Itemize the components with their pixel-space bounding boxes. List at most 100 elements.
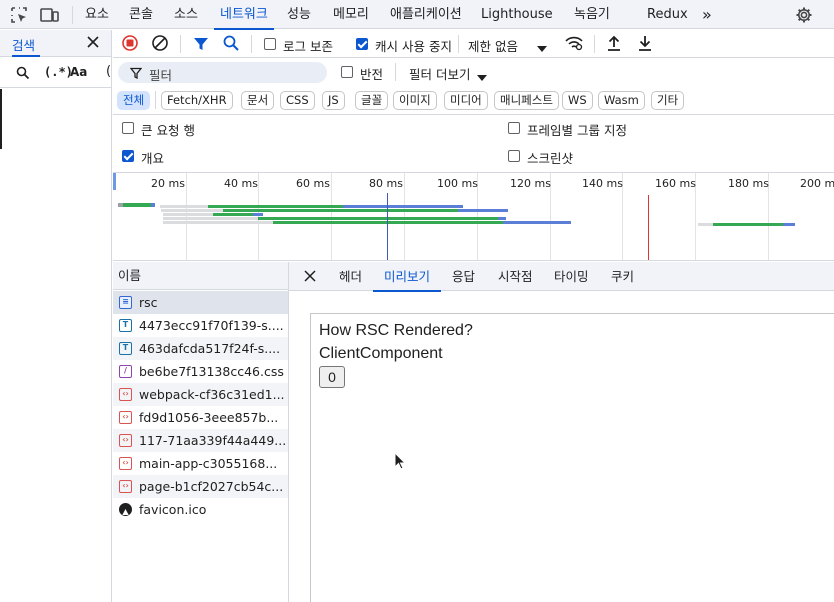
search-network-icon[interactable] [223,35,239,54]
big-rows-label: 큰 요청 행 [141,123,195,138]
tab-network[interactable]: 네트워크 [214,0,274,30]
close-search-icon[interactable] [86,35,100,52]
filter-placeholder: 필터 [149,68,173,83]
search-input-edge[interactable]: ( [106,64,111,79]
tab-initiator[interactable]: 시작점 [498,262,533,291]
settings-options: 큰 요청 행 프레임별 그룹 지정 개요 스크린샷 [113,116,834,173]
tab-headers[interactable]: 헤더 [339,262,362,291]
tab-lighthouse[interactable]: Lighthouse [481,0,553,29]
waterfall-bar [213,213,253,216]
request-row[interactable]: T 4473ecc91f70f139-s.... [113,314,288,337]
counter-button[interactable]: 0 [319,366,345,388]
request-row[interactable]: ‹› page-b1cf2027cb54c... [113,475,288,498]
waterfall-bar [123,203,151,207]
screenshots-checkbox[interactable] [508,150,520,162]
stylesheet-icon: / [119,365,132,378]
request-row[interactable]: ‹› main-app-c3055168... [113,452,288,475]
waterfall-bar [458,209,508,212]
tab-preview[interactable]: 미리보기 [372,262,442,292]
waterfall-bar [273,221,503,224]
settings-gear-icon[interactable] [794,5,814,25]
font-file-icon: T [119,319,132,332]
search-panel-title[interactable]: 검색 [12,35,35,54]
tab-redux[interactable]: Redux [647,0,688,29]
chip-doc[interactable]: 문서 [241,91,275,110]
chip-other[interactable]: 기타 [651,91,685,110]
clear-icon[interactable] [152,35,168,54]
search-panel-header: 검색 [0,30,111,57]
regex-toggle[interactable]: (.*) [44,65,73,79]
inspect-element-icon[interactable] [9,5,29,25]
screenshots-label: 스크린샷 [527,151,574,166]
filter-funnel-icon[interactable] [193,36,209,55]
chip-ws[interactable]: WS [562,91,593,110]
tab-memory[interactable]: 메모리 [333,0,369,29]
tab-sources[interactable]: 소스 [174,0,198,29]
import-har-icon[interactable] [606,34,622,55]
waterfall-bar [258,217,498,220]
chip-all[interactable]: 전체 [117,91,151,110]
more-tabs-button[interactable]: » [702,0,712,29]
tab-elements[interactable]: 요소 [85,0,109,29]
chip-manifest[interactable]: 매니페스트 [494,91,559,110]
mouse-cursor-icon [394,451,407,473]
chip-img[interactable]: 이미지 [393,91,437,110]
tab-console[interactable]: 콘솔 [129,0,153,29]
throttle-dropdown-icon[interactable] [537,41,547,55]
overview-timeline[interactable]: 20 ms 40 ms 60 ms 80 ms 100 ms 120 ms 14… [113,173,834,261]
export-har-icon[interactable] [637,34,653,55]
waterfall-bar [498,217,506,220]
chip-css[interactable]: CSS [280,91,315,110]
chip-fetch-xhr[interactable]: Fetch/XHR [161,91,233,110]
tab-cookies[interactable]: 쿠키 [611,262,634,291]
chip-media[interactable]: 미디어 [444,91,488,110]
more-filters-dropdown-icon[interactable] [477,70,487,84]
request-name: rsc [139,295,158,310]
name-column-header[interactable]: 이름 [113,262,288,290]
invert-checkbox[interactable] [341,66,353,78]
font-file-icon: T [119,342,132,355]
chip-font[interactable]: 글꼴 [355,91,389,110]
request-row[interactable]: / be6be7f13138cc46.css [113,360,288,383]
device-toolbar-icon[interactable] [39,5,59,25]
preview-component-text: ClientComponent [319,345,443,362]
throttling-select[interactable]: 제한 없음 [468,36,518,55]
tab-recorder[interactable]: 녹음기 [574,0,610,29]
timeline-left-handle[interactable] [113,173,116,190]
group-by-frame-checkbox[interactable] [508,122,520,134]
match-case-toggle[interactable]: Aa [70,65,87,79]
preserve-log-checkbox[interactable] [264,38,276,50]
more-filters-button[interactable]: 필터 더보기 [409,64,470,83]
favicon-icon [119,503,132,516]
tab-timing[interactable]: 타이밍 [554,262,589,291]
request-row[interactable]: favicon.ico [113,498,288,521]
request-row[interactable]: ≡ rsc [113,291,288,314]
request-row[interactable]: ‹› fd9d1056-3eee857b... [113,406,288,429]
request-row[interactable]: ‹› webpack-cf36c31ed1... [113,383,288,406]
tab-performance[interactable]: 성능 [287,0,311,29]
close-detail-icon[interactable] [304,270,316,285]
request-name: 4473ecc91f70f139-s.... [139,318,284,333]
response-preview: How RSC Rendered? ClientComponent 0 [310,313,834,602]
request-row[interactable]: ‹› 117-71aa339f44a449... [113,429,288,452]
request-detail-tabs: 헤더 미리보기 응답 시작점 타이밍 쿠키 [289,262,834,292]
disable-cache-checkbox[interactable] [356,38,368,50]
tab-application[interactable]: 애플리케이션 [390,0,462,29]
stop-recording-icon[interactable] [122,35,138,54]
script-icon: ‹› [119,480,132,493]
tick-label: 60 ms [296,177,330,190]
tab-response[interactable]: 응답 [452,262,475,291]
big-rows-checkbox[interactable] [122,122,134,134]
script-icon: ‹› [119,411,132,424]
overview-checkbox[interactable] [122,150,134,162]
tick-label: 200 ms [800,177,834,190]
waterfall-bar [343,205,463,208]
network-conditions-icon[interactable] [564,35,584,54]
search-options: (.*) Aa ( [0,58,111,88]
filter-input[interactable]: 필터 [118,62,327,83]
chip-js[interactable]: JS [322,91,345,110]
request-row[interactable]: T 463dafcda517f24f-s.... [113,337,288,360]
request-name: 117-71aa339f44a449... [139,433,287,448]
request-name: be6be7f13138cc46.css [139,364,284,379]
chip-wasm[interactable]: Wasm [598,91,645,110]
